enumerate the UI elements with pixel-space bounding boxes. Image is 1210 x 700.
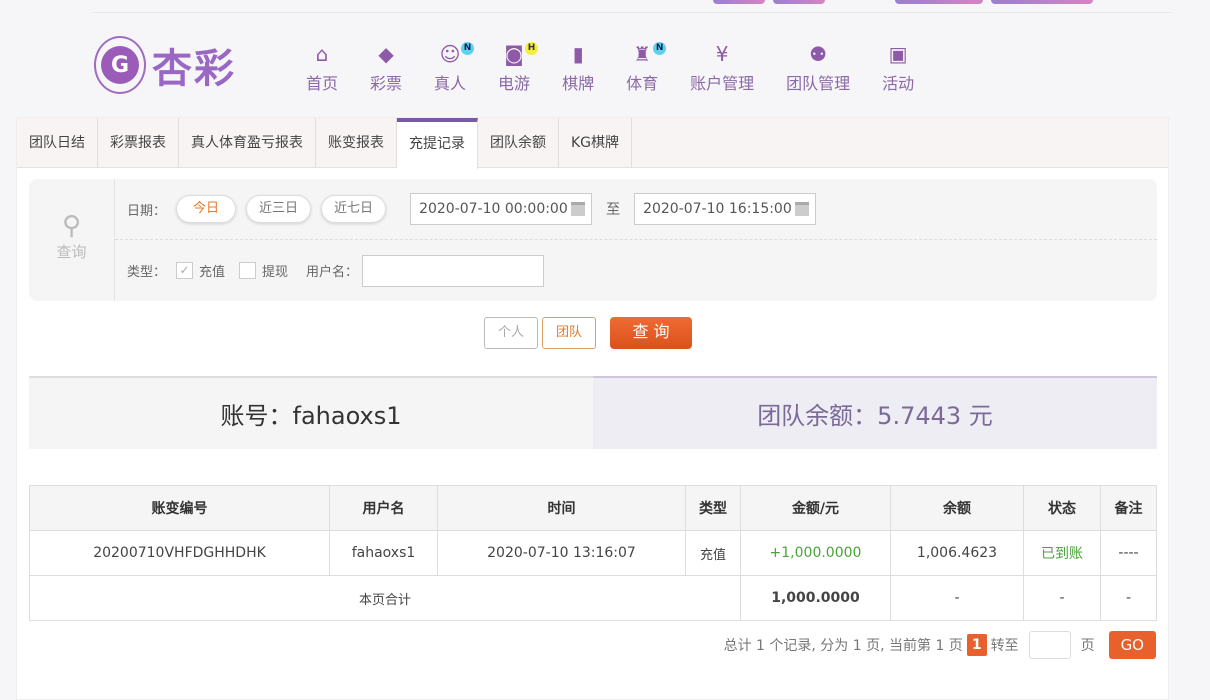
top-divider	[92, 12, 1172, 13]
tab-team-balance[interactable]: 团队余额	[478, 118, 559, 168]
nav-home[interactable]: ⌂ 首页	[290, 42, 354, 94]
col-balance: 余额	[890, 485, 1024, 531]
cell-type: 充值	[685, 530, 741, 576]
records-table: 账变编号 用户名 时间 类型 金额/元 余额 状态 备注 20200710VHF…	[29, 485, 1157, 621]
deposit-label: 充值	[199, 265, 226, 280]
username-label: 用户名：	[306, 265, 359, 280]
cell-id: 20200710VHFDGHHDHK	[29, 530, 330, 576]
logo[interactable]: G 杏彩	[94, 36, 236, 94]
total-balance: -	[890, 575, 1024, 621]
go-button[interactable]: GO	[1108, 631, 1156, 659]
nav-team[interactable]: ⚉ 团队管理	[770, 42, 866, 94]
total-label: 本页合计	[29, 575, 741, 621]
three-days-button[interactable]: 近三日	[246, 195, 312, 223]
table-header: 账变编号 用户名 时间 类型 金额/元 余额 状态 备注	[29, 485, 1157, 531]
account-summary: 账号：fahaoxs1	[29, 376, 593, 449]
total-status: -	[1023, 575, 1101, 621]
pagination: 总计 1 个记录, 分为 1 页, 当前第 1 页 1 转至 页 GO	[724, 631, 1156, 659]
calendar-icon	[571, 202, 586, 216]
logo-emblem: G	[94, 36, 146, 94]
tab-lottery-report[interactable]: 彩票报表	[98, 118, 179, 168]
yen-icon: ¥	[715, 42, 729, 66]
type-label: 类型：	[127, 265, 167, 280]
current-page[interactable]: 1	[966, 634, 987, 656]
col-time: 时间	[437, 485, 686, 531]
new-badge: N	[461, 42, 475, 55]
top-button[interactable]	[713, 0, 765, 4]
col-username: 用户名	[329, 485, 438, 531]
pager-info: 总计 1 个记录, 分为 1 页, 当前第 1 页	[723, 638, 963, 654]
team-icon: ⚉	[809, 42, 828, 66]
gift-icon: ▣	[888, 42, 908, 66]
cards-icon: ▮	[572, 42, 584, 66]
content-panel: 团队日结 彩票报表 真人体育盈亏报表 账变报表 充提记录 团队余额 KG棋牌 ⚲…	[16, 117, 1169, 700]
withdraw-checkbox[interactable]	[239, 262, 257, 279]
top-button[interactable]	[895, 0, 983, 4]
nav-egame[interactable]: ◙ H 电游	[482, 42, 546, 94]
date-label: 日期：	[127, 203, 167, 219]
calendar-icon	[795, 202, 810, 216]
page-label: 页	[1080, 638, 1095, 654]
logo-text: 杏彩	[152, 46, 236, 92]
tab-deposit-withdraw[interactable]: 充提记录	[397, 118, 478, 169]
new-badge: N	[653, 42, 667, 55]
tab-team-daily[interactable]: 团队日结	[17, 118, 98, 168]
seven-days-button[interactable]: 近七日	[321, 195, 387, 223]
withdraw-label: 提现	[262, 265, 289, 280]
tab-transaction-report[interactable]: 账变报表	[316, 118, 397, 168]
search-button[interactable]: 查 询	[610, 317, 692, 349]
end-date-value: 2020-07-10 16:15:00	[643, 201, 792, 217]
ticket-icon: ◆	[378, 42, 394, 66]
col-status: 状态	[1023, 485, 1101, 531]
deposit-checkbox[interactable]: ✓	[176, 262, 194, 279]
date-row: 日期： 今日 近三日 近七日 2020-07-10 00:00:00 至 202…	[115, 179, 1157, 240]
nav-sports[interactable]: ♜ N 体育	[610, 42, 674, 94]
nav-promo[interactable]: ▣ 活动	[866, 42, 930, 94]
cell-status: 已到账	[1023, 530, 1101, 576]
nav-live[interactable]: ☺ N 真人	[418, 42, 482, 94]
username-input[interactable]	[362, 254, 545, 287]
query-side-label: 查询	[56, 243, 87, 261]
total-note: -	[1100, 575, 1157, 621]
goto-label: 转至	[990, 638, 1019, 654]
end-date-input[interactable]: 2020-07-10 16:15:00	[634, 193, 817, 225]
nav-lottery[interactable]: ◆ 彩票	[354, 42, 418, 94]
hot-badge: H	[525, 42, 539, 55]
team-button[interactable]: 团队	[542, 317, 596, 349]
cell-username: fahaoxs1	[329, 530, 438, 576]
search-icon: ⚲	[61, 211, 82, 241]
cell-balance: 1,006.4623	[890, 530, 1024, 576]
filter-row: 类型： ✓ 充值 提现 用户名：	[115, 240, 1157, 301]
cell-time: 2020-07-10 13:16:07	[437, 530, 686, 576]
top-button[interactable]	[991, 0, 1093, 4]
to-label: 至	[606, 202, 621, 218]
query-box: ⚲ 查询 日期： 今日 近三日 近七日 2020-07-10 00:00:00 …	[29, 179, 1157, 301]
home-icon: ⌂	[315, 42, 329, 66]
nav-chess[interactable]: ▮ 棋牌	[546, 42, 610, 94]
total-row: 本页合计 1,000.0000 - - -	[29, 575, 1157, 621]
team-balance-summary: 团队余额：5.7443 元	[593, 376, 1157, 449]
goto-page-input[interactable]	[1028, 631, 1071, 659]
main-nav: ⌂ 首页 ◆ 彩票 ☺ N 真人 ◙ H 电游 ▮ 棋牌 ♜ N 体育 ¥ 账户管理 ⚉ 团队管理 ▣…	[290, 42, 930, 94]
total-amount: 1,000.0000	[740, 575, 891, 621]
cell-amount: +1,000.0000	[740, 530, 891, 576]
nav-account[interactable]: ¥ 账户管理	[674, 42, 770, 94]
cell-note: ----	[1100, 530, 1157, 576]
col-amount: 金额/元	[740, 485, 891, 531]
query-side: ⚲ 查询	[29, 179, 115, 301]
personal-button[interactable]: 个人	[484, 317, 538, 349]
top-button[interactable]	[773, 0, 825, 4]
table-row: 20200710VHFDGHHDHK fahaoxs1 2020-07-10 1…	[29, 530, 1157, 576]
tab-live-sports-report[interactable]: 真人体育盈亏报表	[179, 118, 316, 168]
start-date-input[interactable]: 2020-07-10 00:00:00	[410, 193, 593, 225]
report-tabs: 团队日结 彩票报表 真人体育盈亏报表 账变报表 充提记录 团队余额 KG棋牌	[17, 118, 1168, 169]
col-type: 类型	[685, 485, 741, 531]
today-button[interactable]: 今日	[176, 195, 237, 223]
start-date-value: 2020-07-10 00:00:00	[419, 201, 568, 217]
tab-kg-chess[interactable]: KG棋牌	[559, 118, 633, 168]
col-note: 备注	[1100, 485, 1157, 531]
col-id: 账变编号	[29, 485, 330, 531]
